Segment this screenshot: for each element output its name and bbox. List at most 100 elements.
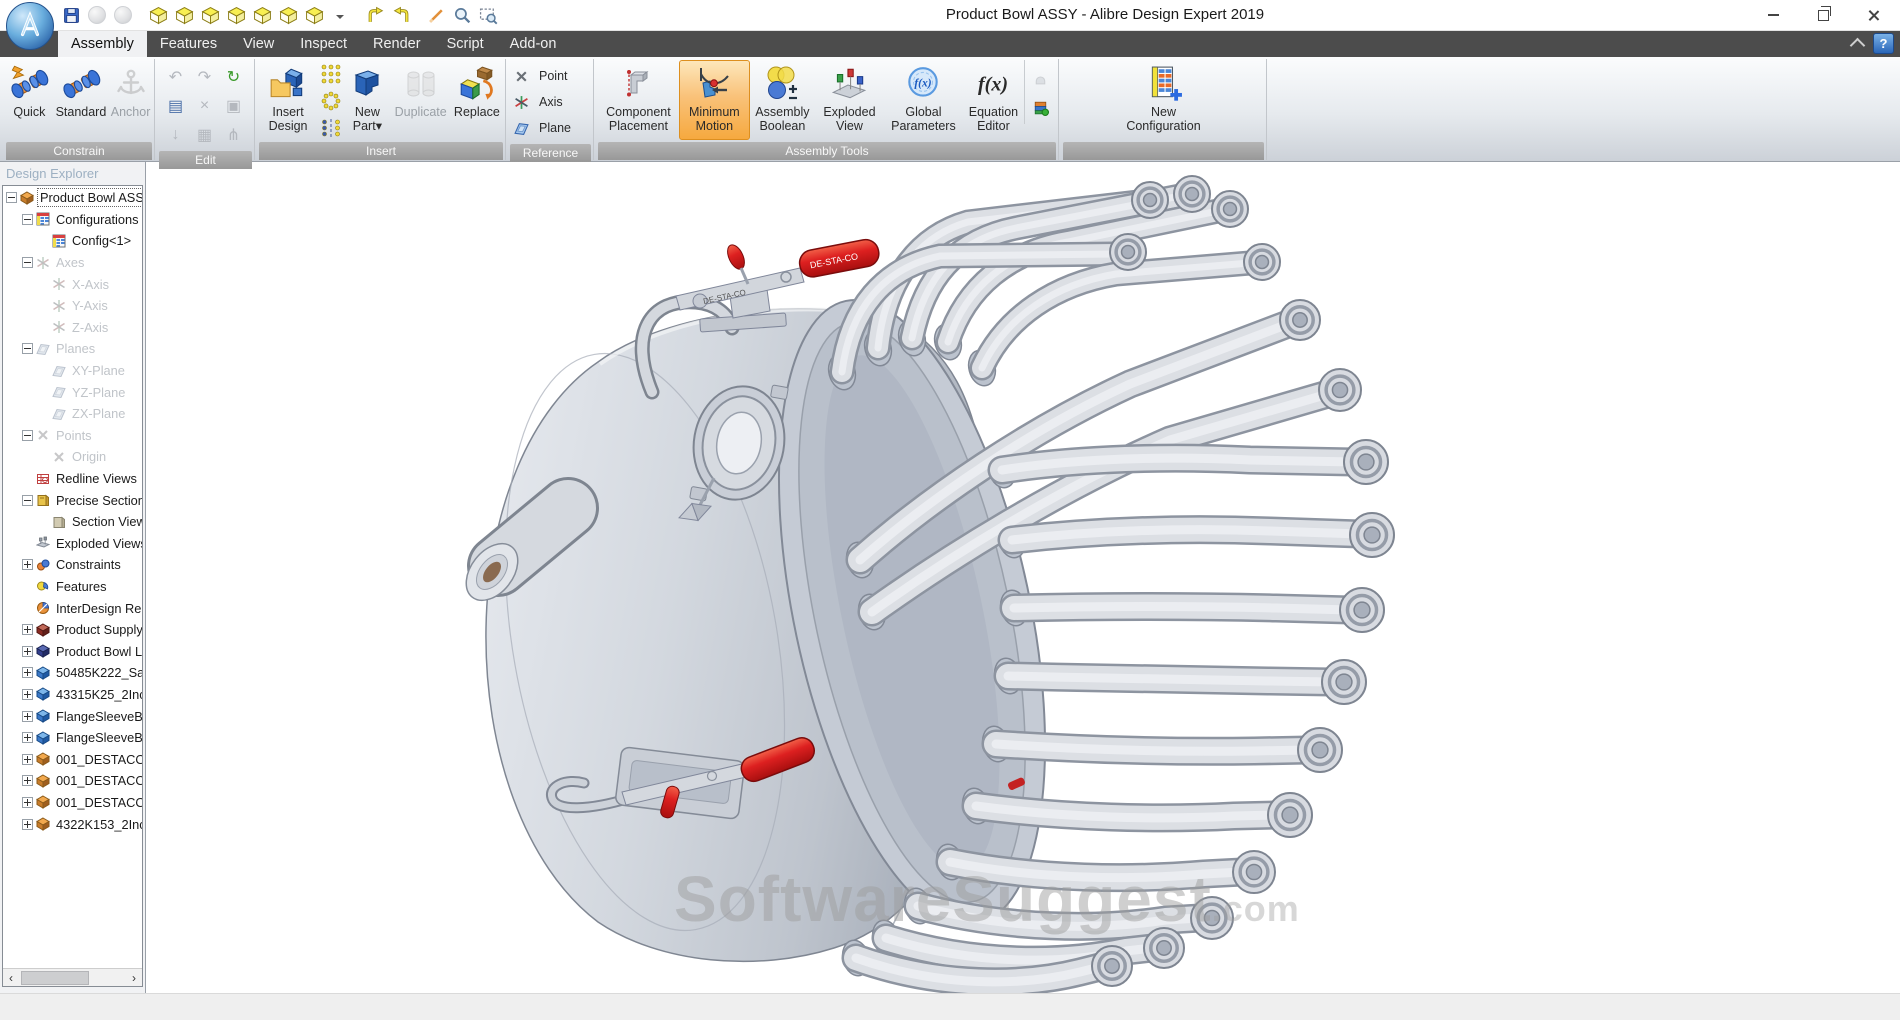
collapse-icon[interactable] <box>22 343 33 354</box>
previous-view-button[interactable] <box>364 4 386 26</box>
collapse-icon[interactable] <box>22 257 33 268</box>
tree-item[interactable]: FlangeSleeveBus <box>3 705 142 727</box>
edit-properties-button[interactable]: ▤ <box>162 92 189 119</box>
tree-item[interactable]: 43315K25_2Inch <box>3 684 142 706</box>
tab-view[interactable]: View <box>230 30 287 57</box>
linear-pattern-button[interactable] <box>317 61 344 87</box>
tree-item[interactable]: 001_DESTACO_ <box>3 748 142 770</box>
reference-axis-button[interactable]: Axis <box>514 89 571 115</box>
exploded-view-button[interactable]: Exploded View <box>815 60 884 140</box>
collapse-icon[interactable] <box>6 192 17 203</box>
tab-assembly[interactable]: Assembly <box>58 30 147 57</box>
standard-constraint-button[interactable]: Standard <box>53 60 109 140</box>
collapse-icon[interactable] <box>22 214 33 225</box>
undo-button[interactable] <box>86 4 108 26</box>
tree-item[interactable]: ZX-Plane <box>3 403 142 425</box>
circular-pattern-button[interactable] <box>317 88 344 114</box>
tree-item[interactable]: FlangeSleeveBus <box>3 727 142 749</box>
tree-item[interactable]: 001_DESTACO_ <box>3 792 142 814</box>
tree-item[interactable]: Points <box>3 425 142 447</box>
expand-icon[interactable] <box>22 754 33 765</box>
configured-part-button[interactable] <box>1027 94 1054 120</box>
reference-point-button[interactable]: Point <box>514 63 571 89</box>
tree-item[interactable]: Product Supply E <box>3 619 142 641</box>
close-button[interactable] <box>1848 0 1898 30</box>
tree-item[interactable]: YZ-Plane <box>3 381 142 403</box>
tree-item[interactable]: Exploded Views <box>3 533 142 555</box>
view-menu-caret-button[interactable] <box>329 4 351 26</box>
view-right-button[interactable] <box>225 4 247 26</box>
update-design-button[interactable]: ↻ <box>220 63 247 90</box>
tab-add-on[interactable]: Add-on <box>497 30 570 57</box>
view-iso-button[interactable] <box>303 4 325 26</box>
component-placement-button[interactable]: Component Placement <box>598 60 679 140</box>
view-front-button[interactable] <box>147 4 169 26</box>
tree-item[interactable]: Product Bowl ASS <box>3 187 142 209</box>
view-back-button[interactable] <box>173 4 195 26</box>
expand-icon[interactable] <box>22 711 33 722</box>
tree-item[interactable]: Redline Views <box>3 468 142 490</box>
redo-button[interactable] <box>112 4 134 26</box>
expand-icon[interactable] <box>22 559 33 570</box>
tree-item[interactable]: 4322K153_2Inch <box>3 813 142 835</box>
tab-render[interactable]: Render <box>360 30 434 57</box>
insert-design-button[interactable]: Insert Design <box>259 60 317 140</box>
scrollbar-thumb[interactable] <box>21 971 89 985</box>
tree-item[interactable]: Axes <box>3 252 142 274</box>
expand-icon[interactable] <box>22 819 33 830</box>
tree-item[interactable]: Y-Axis <box>3 295 142 317</box>
expand-icon[interactable] <box>22 689 33 700</box>
new-part-button[interactable]: New Part▾ <box>344 60 391 140</box>
dropdown-caret[interactable]: ▾ <box>376 119 382 133</box>
tree-item[interactable]: Configurations <box>3 209 142 231</box>
tree-item[interactable]: Origin <box>3 446 142 468</box>
restore-button[interactable] <box>1798 0 1848 30</box>
save-button[interactable] <box>60 4 82 26</box>
new-configuration-button[interactable]: New Configuration <box>1116 60 1212 140</box>
scroll-right-icon[interactable]: › <box>126 970 142 986</box>
tree-item[interactable]: Section View<1 <box>3 511 142 533</box>
tree-item[interactable]: Features <box>3 576 142 598</box>
view-bottom-button[interactable] <box>277 4 299 26</box>
tree-item[interactable]: Planes <box>3 338 142 360</box>
view-top-button[interactable] <box>251 4 273 26</box>
quick-constraint-button[interactable]: Quick <box>6 60 53 140</box>
zoom-window-button[interactable] <box>477 4 499 26</box>
collapse-icon[interactable] <box>22 495 33 506</box>
assembly-boolean-button[interactable]: Assembly Boolean <box>750 60 815 140</box>
tree-item[interactable]: InterDesign Rela <box>3 597 142 619</box>
tree-item[interactable]: Precise Section V <box>3 489 142 511</box>
mirror-pattern-button[interactable] <box>317 115 344 141</box>
expand-icon[interactable] <box>22 624 33 635</box>
tree-item[interactable]: X-Axis <box>3 273 142 295</box>
replace-button[interactable]: Replace <box>451 60 503 140</box>
minimize-button[interactable] <box>1748 0 1798 30</box>
scroll-left-icon[interactable]: ‹ <box>3 970 19 986</box>
minimum-motion-button[interactable]: Minimum Motion <box>679 60 750 140</box>
tree-item[interactable]: Config<1> <box>3 230 142 252</box>
equation-editor-button[interactable]: f(x) Equation Editor <box>963 60 1024 140</box>
tab-inspect[interactable]: Inspect <box>287 30 360 57</box>
tree-item[interactable]: XY-Plane <box>3 360 142 382</box>
help-button[interactable]: ? <box>1873 33 1894 54</box>
tree-item[interactable]: Constraints <box>3 554 142 576</box>
tree-item[interactable]: Product Bowl Lid <box>3 640 142 662</box>
expand-icon[interactable] <box>22 646 33 657</box>
tab-features[interactable]: Features <box>147 30 230 57</box>
tree-horizontal-scrollbar[interactable]: ‹ › <box>3 968 142 986</box>
expand-icon[interactable] <box>22 797 33 808</box>
collapse-icon[interactable] <box>22 430 33 441</box>
measure-button[interactable] <box>425 4 447 26</box>
expand-icon[interactable] <box>22 667 33 678</box>
expand-icon[interactable] <box>22 732 33 743</box>
reference-plane-button[interactable]: Plane <box>514 115 571 141</box>
view-left-button[interactable] <box>199 4 221 26</box>
expand-icon[interactable] <box>22 775 33 786</box>
global-parameters-button[interactable]: f(x) Global Parameters <box>884 60 963 140</box>
viewport-3d[interactable]: DE-STA-CO DE-STA-CO <box>146 162 1900 993</box>
tree-item[interactable]: 001_DESTACO_ <box>3 770 142 792</box>
alibre-logo-icon[interactable] <box>6 2 54 50</box>
tab-script[interactable]: Script <box>434 30 497 57</box>
zoom-button[interactable] <box>451 4 473 26</box>
next-view-button[interactable] <box>390 4 412 26</box>
